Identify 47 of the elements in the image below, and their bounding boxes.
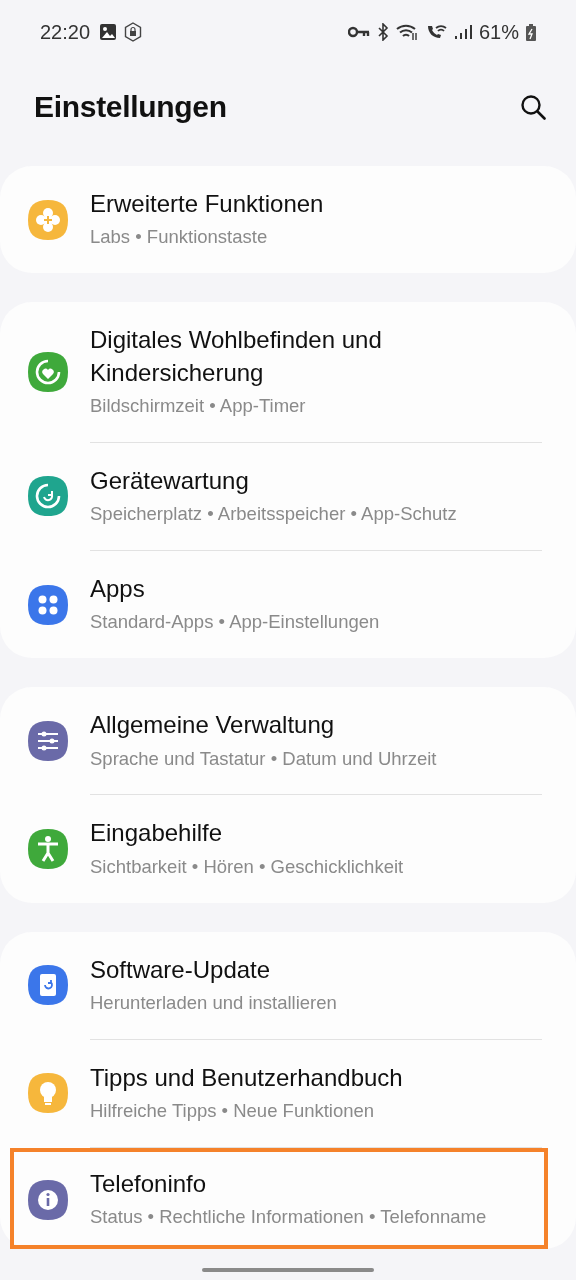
item-title: Telefoninfo (90, 1169, 208, 1199)
flower-icon (28, 199, 68, 240)
settings-item[interactable]: Telefoninfo Status • Rechtliche Informationen • Telefonname (10, 1148, 548, 1250)
item-subtitle: Hilfreiche Tipps • Neue Funktionen (90, 1099, 376, 1124)
wifi-icon (395, 23, 418, 41)
item-subtitle: Status • Rechtliche Informationen • Telefonname (90, 1205, 487, 1230)
search-icon[interactable] (520, 94, 546, 120)
item-subtitle: Bildschirmzeit • App-Timer (90, 394, 307, 418)
refresh-ring-icon (28, 476, 68, 517)
update-icon (28, 965, 68, 1006)
settings-item[interactable]: Erweiterte Funktionen Labs • Funktionstaste (0, 166, 576, 274)
settings-item[interactable]: Gerätewartung Speicherplatz • Arbeitsspeicher • App-Schutz (0, 442, 576, 550)
key-icon (347, 25, 370, 39)
image-icon (99, 23, 118, 41)
settings-item[interactable]: Software-Update Herunterladen und installieren (0, 931, 576, 1039)
clock: 22:20 (40, 20, 91, 44)
person-icon (28, 829, 68, 869)
item-subtitle: Herunterladen und installieren (90, 991, 337, 1015)
signal-icon (453, 24, 472, 40)
lock-icon (124, 22, 143, 42)
item-title: Allgemeine Verwaltung (90, 710, 336, 741)
item-title: Tipps und Benutzerhandbuch (90, 1062, 403, 1093)
item-subtitle: Standard-Apps • App-Einstellungen (90, 610, 380, 635)
item-subtitle: Sprache und Tastatur • Datum und Uhrzeit (90, 746, 437, 771)
item-subtitle: Labs • Funktionstaste (90, 225, 269, 250)
settings-item[interactable]: Eingabehilfe Sichtbarkeit • Hören • Geschicklichkeit (0, 795, 576, 903)
info-icon (28, 1179, 68, 1220)
lightbulb-icon (28, 1073, 68, 1114)
sliders-icon (28, 720, 68, 761)
settings-item[interactable]: Allgemeine Verwaltung Sprache und Tastatur • Datum und Uhrzeit (0, 687, 576, 795)
battery-icon (526, 23, 536, 41)
item-title: Apps (90, 574, 146, 604)
item-title: Erweiterte Funktionen (90, 189, 324, 219)
settings-item[interactable]: Digitales Wohlbefinden und Kindersicherung Bildschirmzeit • App-Timer (0, 302, 576, 442)
settings-item[interactable]: Tipps und Benutzerhandbuch Hilfreiche Tipps • Neue Funktionen (0, 1039, 576, 1147)
settings-item[interactable]: Apps Standard-Apps • App-Einstellungen (0, 551, 576, 659)
item-subtitle: Sichtbarkeit • Hören • Geschicklichkeit (90, 854, 404, 879)
item-subtitle: Speicherplatz • Arbeitsspeicher • App-Schutz (90, 502, 457, 527)
page-title: Einstellungen (34, 90, 227, 124)
four-dots-icon (28, 584, 68, 625)
item-title: Digitales Wohlbefinden und Kindersicherung (90, 325, 383, 388)
item-title: Software-Update (90, 954, 272, 985)
item-title: Gerätewartung (90, 465, 250, 496)
battery-percentage: 61% (478, 20, 519, 44)
bluetooth-icon (376, 23, 389, 41)
item-title: Eingabehilfe (90, 818, 224, 849)
heart-ring-icon (28, 352, 68, 392)
